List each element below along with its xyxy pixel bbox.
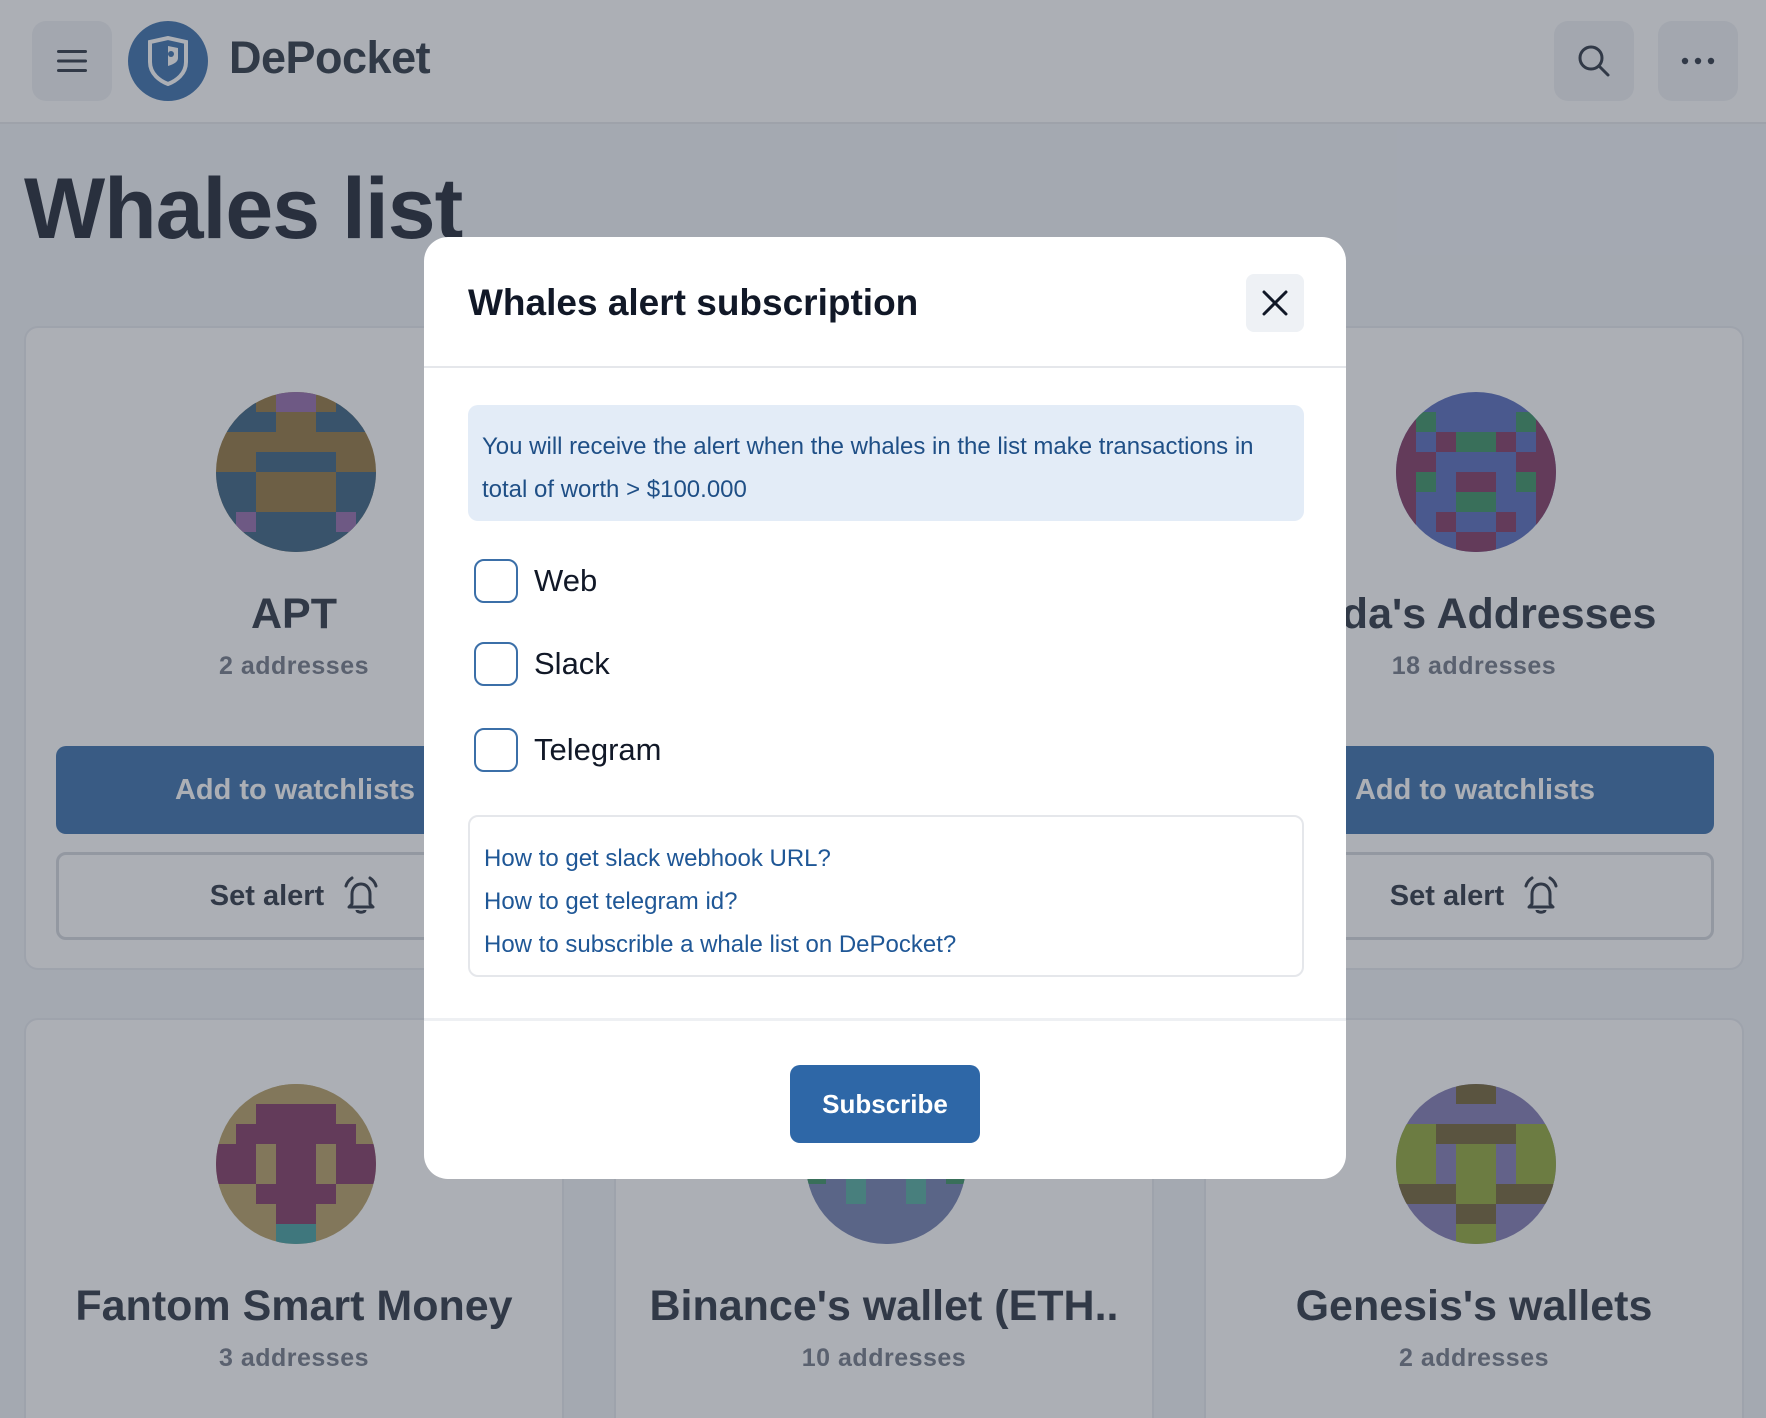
modal-header: Whales alert subscription (424, 237, 1346, 368)
close-icon (1262, 290, 1288, 316)
option-web[interactable]: Web (474, 559, 597, 603)
close-button[interactable] (1246, 274, 1304, 332)
option-label: Slack (534, 646, 610, 681)
slack-checkbox[interactable] (474, 642, 518, 686)
help-link-slack[interactable]: How to get slack webhook URL? (484, 837, 1288, 880)
help-links: How to get slack webhook URL? How to get… (468, 815, 1304, 977)
whales-alert-modal: Whales alert subscription You will recei… (424, 237, 1346, 1179)
info-message: You will receive the alert when the whal… (468, 405, 1304, 521)
modal-footer: Subscribe (424, 1018, 1346, 1179)
subscribe-button[interactable]: Subscribe (790, 1065, 980, 1143)
option-telegram[interactable]: Telegram (474, 728, 662, 772)
help-link-subscribe[interactable]: How to subscrible a whale list on DePock… (484, 923, 1288, 966)
modal-title: Whales alert subscription (468, 282, 919, 323)
help-link-telegram[interactable]: How to get telegram id? (484, 880, 1288, 923)
option-label: Telegram (534, 732, 662, 767)
web-checkbox[interactable] (474, 559, 518, 603)
option-label: Web (534, 563, 598, 598)
option-slack[interactable]: Slack (474, 642, 610, 686)
telegram-checkbox[interactable] (474, 728, 518, 772)
